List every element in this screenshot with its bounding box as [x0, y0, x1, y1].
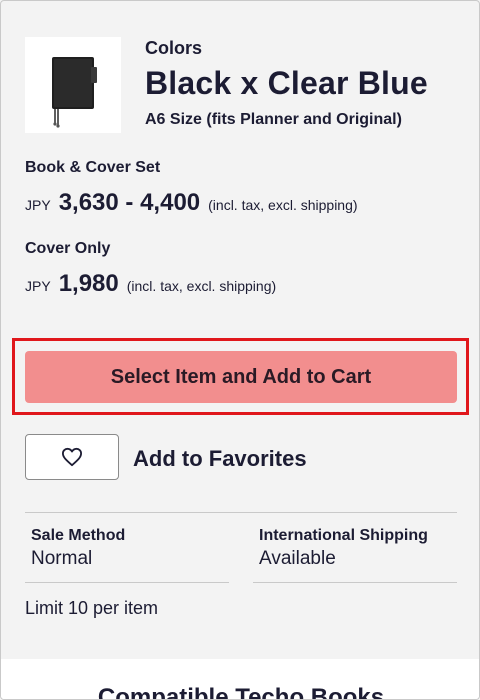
product-thumbnail[interactable] — [25, 37, 121, 133]
currency-label: JPY — [25, 278, 51, 294]
shipping-label: International Shipping — [259, 527, 428, 544]
info-divider-left — [25, 582, 229, 583]
price-amount: 1,980 — [58, 270, 119, 297]
option-label-book-cover-set: Book & Cover Set — [25, 159, 161, 176]
product-name: Black x Clear Blue — [145, 65, 428, 101]
product-size: A6 Size (fits Planner and Original) — [145, 111, 402, 128]
price-row-cover-only: JPY 1,980 (incl. tax, excl. shipping) — [25, 270, 276, 298]
purchase-limit: Limit 10 per item — [25, 598, 159, 618]
shipping-value: Available — [259, 548, 336, 569]
favorite-button[interactable] — [25, 434, 119, 480]
sale-method-value: Normal — [31, 548, 93, 569]
notebook-cover-icon — [52, 57, 97, 128]
tax-note: (incl. tax, excl. shipping) — [208, 197, 358, 213]
option-label-cover-only: Cover Only — [25, 240, 111, 257]
heart-icon — [62, 447, 82, 467]
sale-method-label: Sale Method — [31, 527, 126, 544]
price-row-book-cover-set: JPY 3,630 - 4,400 (incl. tax, excl. ship… — [25, 189, 358, 217]
add-to-favorites-label[interactable]: Add to Favorites — [133, 446, 307, 472]
price-amount: 3,630 - 4,400 — [58, 189, 201, 216]
info-divider-top — [25, 512, 457, 513]
info-divider-right — [253, 582, 457, 583]
product-panel: Colors Black x Clear Blue A6 Size (fits … — [0, 0, 480, 700]
add-to-cart-button[interactable]: Select Item and Add to Cart — [25, 351, 457, 403]
product-category: Colors — [145, 38, 203, 58]
tax-note: (incl. tax, excl. shipping) — [126, 278, 277, 294]
currency-label: JPY — [25, 197, 51, 213]
compatible-section-title: Compatible Techo Books — [97, 684, 385, 700]
